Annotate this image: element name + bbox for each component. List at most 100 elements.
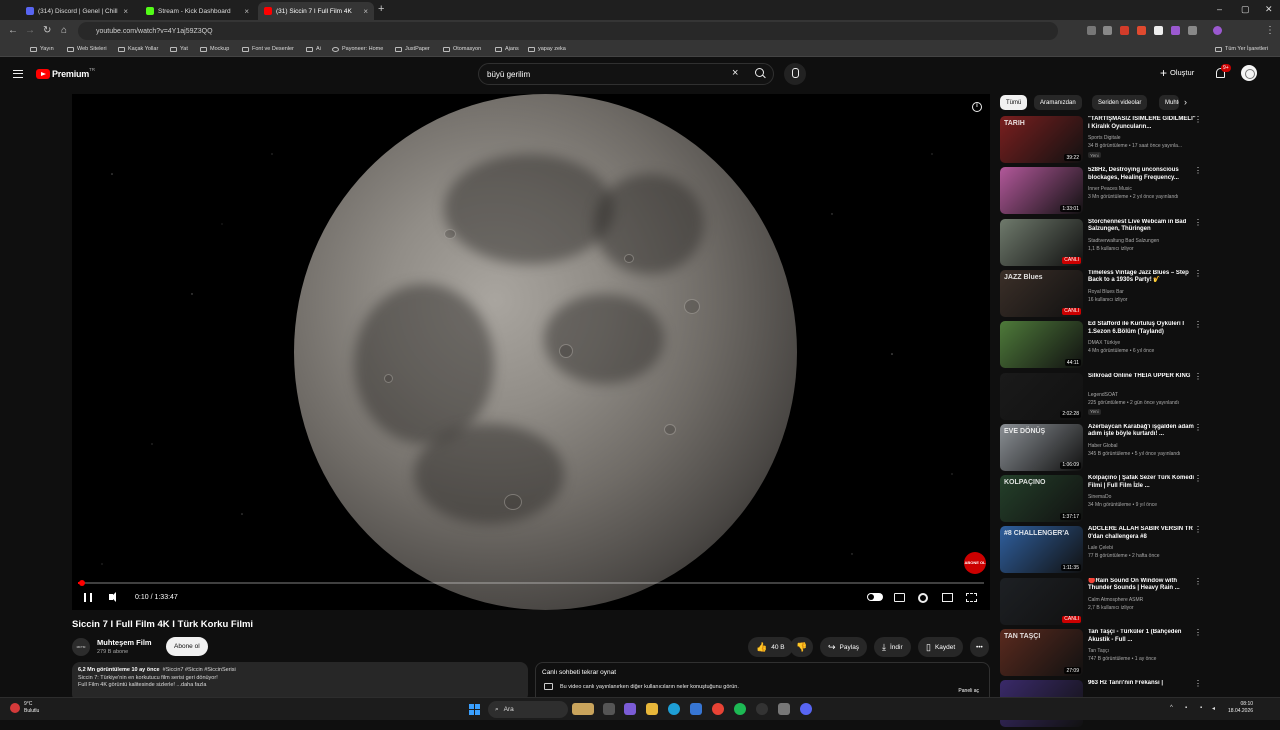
description-box[interactable]: 6,2 Mn görüntüleme 10 ay önce #Siccin7 #… [72, 662, 528, 702]
task-view-icon[interactable] [603, 703, 615, 715]
forward-icon[interactable]: → [25, 25, 35, 36]
taskbar-search[interactable]: ⌕ Ara [488, 701, 568, 718]
extension-icon[interactable] [1120, 26, 1129, 35]
channel-avatar[interactable]: MFTM [72, 638, 90, 656]
more-options-icon[interactable]: ⋮ [1194, 526, 1202, 538]
video-thumbnail[interactable]: CANLI [1000, 218, 1083, 266]
dislike-button[interactable]: 👎 [790, 637, 814, 657]
voice-search-icon[interactable] [784, 63, 806, 85]
like-button[interactable]: 👍 40 B [748, 637, 793, 657]
more-options-icon[interactable]: ⋮ [1194, 372, 1202, 385]
channel-name[interactable]: Muhteşem Film [97, 638, 152, 647]
recommendation-item[interactable]: 1:33:01 528Hz, Destroying unconscious blo… [1000, 167, 1206, 217]
video-thumbnail[interactable]: 2:02:28 [1000, 372, 1083, 420]
recommendation-title[interactable]: Timeless Vintage Jazz Blues – Step Back … [1088, 270, 1196, 285]
progress-bar[interactable] [78, 580, 984, 586]
tray-app-icon[interactable]: ▪ [1185, 705, 1187, 711]
info-icon[interactable]: i [972, 102, 982, 112]
home-icon[interactable]: ⌂ [61, 25, 67, 36]
reload-icon[interactable]: ↻ [43, 25, 51, 36]
recommendation-item[interactable]: EVE DÖNÜŞ 1:06:09 Azerbaycan Karabağ'ı işg… [1000, 423, 1206, 474]
download-button[interactable]: ⤓ İndir [874, 637, 911, 657]
bookmark-folder[interactable]: Yayın [30, 46, 54, 52]
edge-icon[interactable] [668, 703, 680, 715]
recommendation-channel[interactable]: Lale Çelebi [1088, 545, 1198, 551]
more-options-icon[interactable]: ⋮ [1194, 629, 1202, 641]
app-icon[interactable] [756, 703, 768, 715]
menu-icon[interactable] [13, 70, 23, 78]
recommendation-title[interactable]: Azerbaycan Karabağ'ı işgalden adam adım … [1088, 424, 1196, 439]
close-tab-icon[interactable]: × [123, 7, 128, 16]
scrubber-handle[interactable] [79, 580, 85, 586]
minimize-button[interactable]: – [1217, 4, 1222, 14]
fullscreen-icon[interactable] [966, 593, 977, 602]
settings-app-icon[interactable] [778, 703, 790, 715]
recommendation-channel[interactable]: Sports Digitale [1088, 135, 1198, 141]
recommendation-title[interactable]: ADCLERE ALLAH SABIR VERSİN TR 0'dan chal… [1088, 526, 1196, 541]
new-tab-button[interactable]: + [378, 3, 384, 15]
recommendation-channel[interactable]: Stadtverwaltung Bad Salzungen [1088, 238, 1198, 244]
video-thumbnail[interactable]: CANLI [1000, 577, 1083, 625]
extension-icon[interactable] [1171, 26, 1180, 35]
bookmark-folder[interactable]: JustPaper [395, 46, 430, 52]
profile-icon[interactable] [1213, 26, 1222, 35]
recommendation-channel[interactable]: DMAX Türkiye [1088, 340, 1198, 346]
recommendation-channel[interactable]: Calm Atmosphere ASMR [1088, 597, 1198, 603]
video-thumbnail[interactable]: 1:33:01 [1000, 167, 1083, 215]
recommendation-title[interactable]: Storchennest Live Webcam in Bad Salzunge… [1088, 219, 1196, 234]
recommendation-channel[interactable]: Haber Global [1088, 443, 1198, 449]
bookmark-folder[interactable]: Yat [170, 46, 188, 52]
bookmark-folder[interactable]: Kaçak Yollar [118, 46, 158, 52]
teams-icon[interactable] [624, 703, 636, 715]
recommendation-channel[interactable]: Tan Taşçı [1088, 648, 1198, 654]
extension-icon[interactable] [1087, 26, 1096, 35]
bookmark-folder[interactable]: Web Siteleri [67, 46, 107, 52]
address-bar[interactable]: youtube.com/watch?v=4Y1aj59Z3QQ [78, 22, 1058, 40]
recommendation-channel[interactable]: Royal Blues Bar [1088, 289, 1198, 295]
recommendation-item[interactable]: CANLI Storchennest Live Webcam in Bad Sal… [1000, 218, 1206, 269]
recommendation-channel[interactable]: Inner Peaces Music [1088, 186, 1198, 192]
recommendation-title[interactable]: 963 Hz Tanrı'nın Frekansı | [1088, 680, 1196, 695]
recommendation-channel[interactable]: SinemaDo [1088, 494, 1198, 500]
maximize-button[interactable]: ▢ [1241, 4, 1250, 15]
subtitles-icon[interactable] [894, 593, 905, 602]
browser-tab-kick[interactable]: Stream - Kick Dashboard × [140, 2, 255, 20]
more-options-icon[interactable]: ⋮ [1194, 116, 1202, 128]
extension-icon[interactable] [1154, 26, 1163, 35]
discord-app-icon[interactable] [800, 703, 812, 715]
subscribe-watermark[interactable]: ABONE OL [964, 552, 986, 574]
recommendation-item[interactable]: 2:02:28 Silkroad Online THEIA UPPER KING L… [1000, 372, 1206, 423]
bookmark-folder[interactable]: Ai [306, 46, 321, 52]
video-thumbnail[interactable]: EVE DÖNÜŞ 1:06:09 [1000, 423, 1083, 471]
recommendation-title[interactable]: Tan Taşçı - Türküler 1 (Bahçeden Akustik… [1088, 629, 1196, 644]
save-button[interactable]: ▯ Kaydet [918, 637, 964, 657]
chip-all[interactable]: Tümü [1000, 95, 1028, 110]
recommendation-title[interactable]: 🔴Rain Sound On Window with Thunder Sound… [1088, 578, 1196, 593]
extensions-puzzle-icon[interactable] [1188, 26, 1197, 35]
hashtags[interactable]: #Siccin7 #Siccin #SiccinSerisi [163, 667, 236, 673]
browser-tab-youtube[interactable]: (31) Siccin 7 I Full Film 4K × [258, 2, 374, 20]
recommendation-item[interactable]: #8 CHALLENGER'A 1:11:35 ADCLERE ALLAH SABI… [1000, 526, 1206, 576]
video-thumbnail[interactable]: #8 CHALLENGER'A 1:11:35 [1000, 526, 1083, 574]
chip-channel[interactable]: Muhteşem Film [1159, 95, 1179, 110]
more-options-icon[interactable]: ⋮ [1194, 167, 1202, 179]
more-options-icon[interactable]: ⋮ [1194, 321, 1202, 333]
widget-icon[interactable] [572, 703, 594, 715]
recommendation-item[interactable]: JAZZ Blues CANLI Timeless Vintage Jazz Blu… [1000, 269, 1206, 320]
chip-from-search[interactable]: Aramanızdan [1034, 95, 1082, 110]
bookmark-folder[interactable]: Font ve Desenler [242, 46, 294, 52]
video-thumbnail[interactable]: JAZZ Blues CANLI [1000, 269, 1083, 317]
youtube-logo-icon[interactable] [36, 69, 50, 79]
spotify-icon[interactable] [734, 703, 746, 715]
more-options-icon[interactable]: ⋮ [1194, 577, 1202, 590]
volume-icon[interactable] [109, 592, 116, 602]
taskbar-clock[interactable]: 08:10 18.04.2026 [1228, 701, 1253, 715]
recommendation-title[interactable]: "TARTIŞMASIZ İSİMLERE GİDİLMELİ" I Kiral… [1088, 116, 1196, 131]
more-options-icon[interactable]: ⋮ [1194, 680, 1202, 692]
more-options-icon[interactable]: ⋮ [1194, 475, 1202, 487]
open-panel-button[interactable]: Paneli aç [958, 688, 979, 694]
settings-icon[interactable] [918, 593, 928, 603]
extension-icon[interactable] [1137, 26, 1146, 35]
more-actions-button[interactable]: ••• [970, 637, 989, 657]
speaker-icon[interactable]: ◂ [1212, 705, 1215, 712]
